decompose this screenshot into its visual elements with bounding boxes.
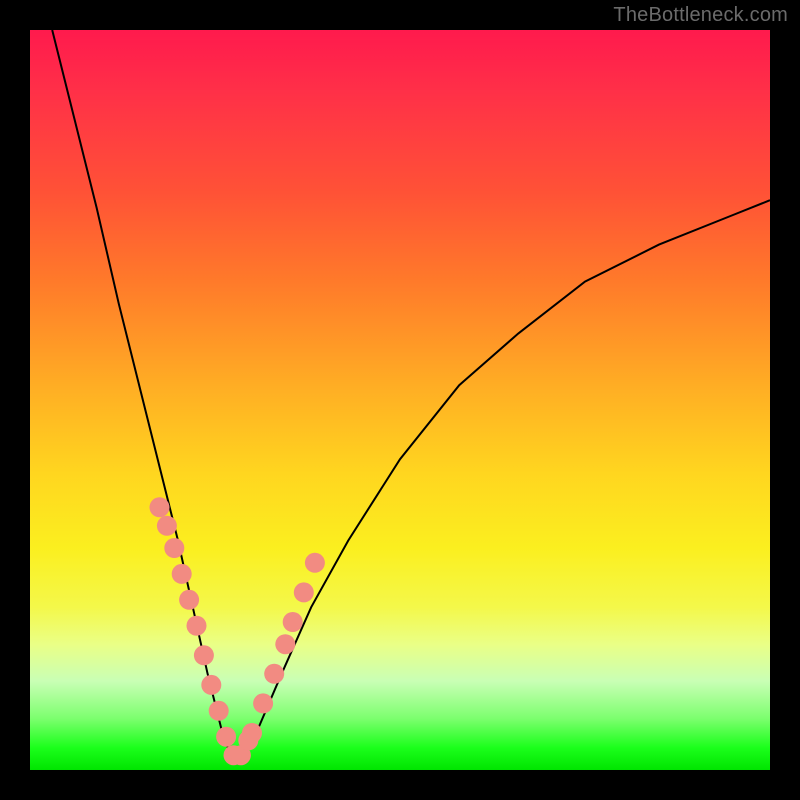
chart-frame: TheBottleneck.com: [0, 0, 800, 800]
plot-gradient-background: [30, 30, 770, 770]
watermark-text: TheBottleneck.com: [613, 4, 788, 27]
